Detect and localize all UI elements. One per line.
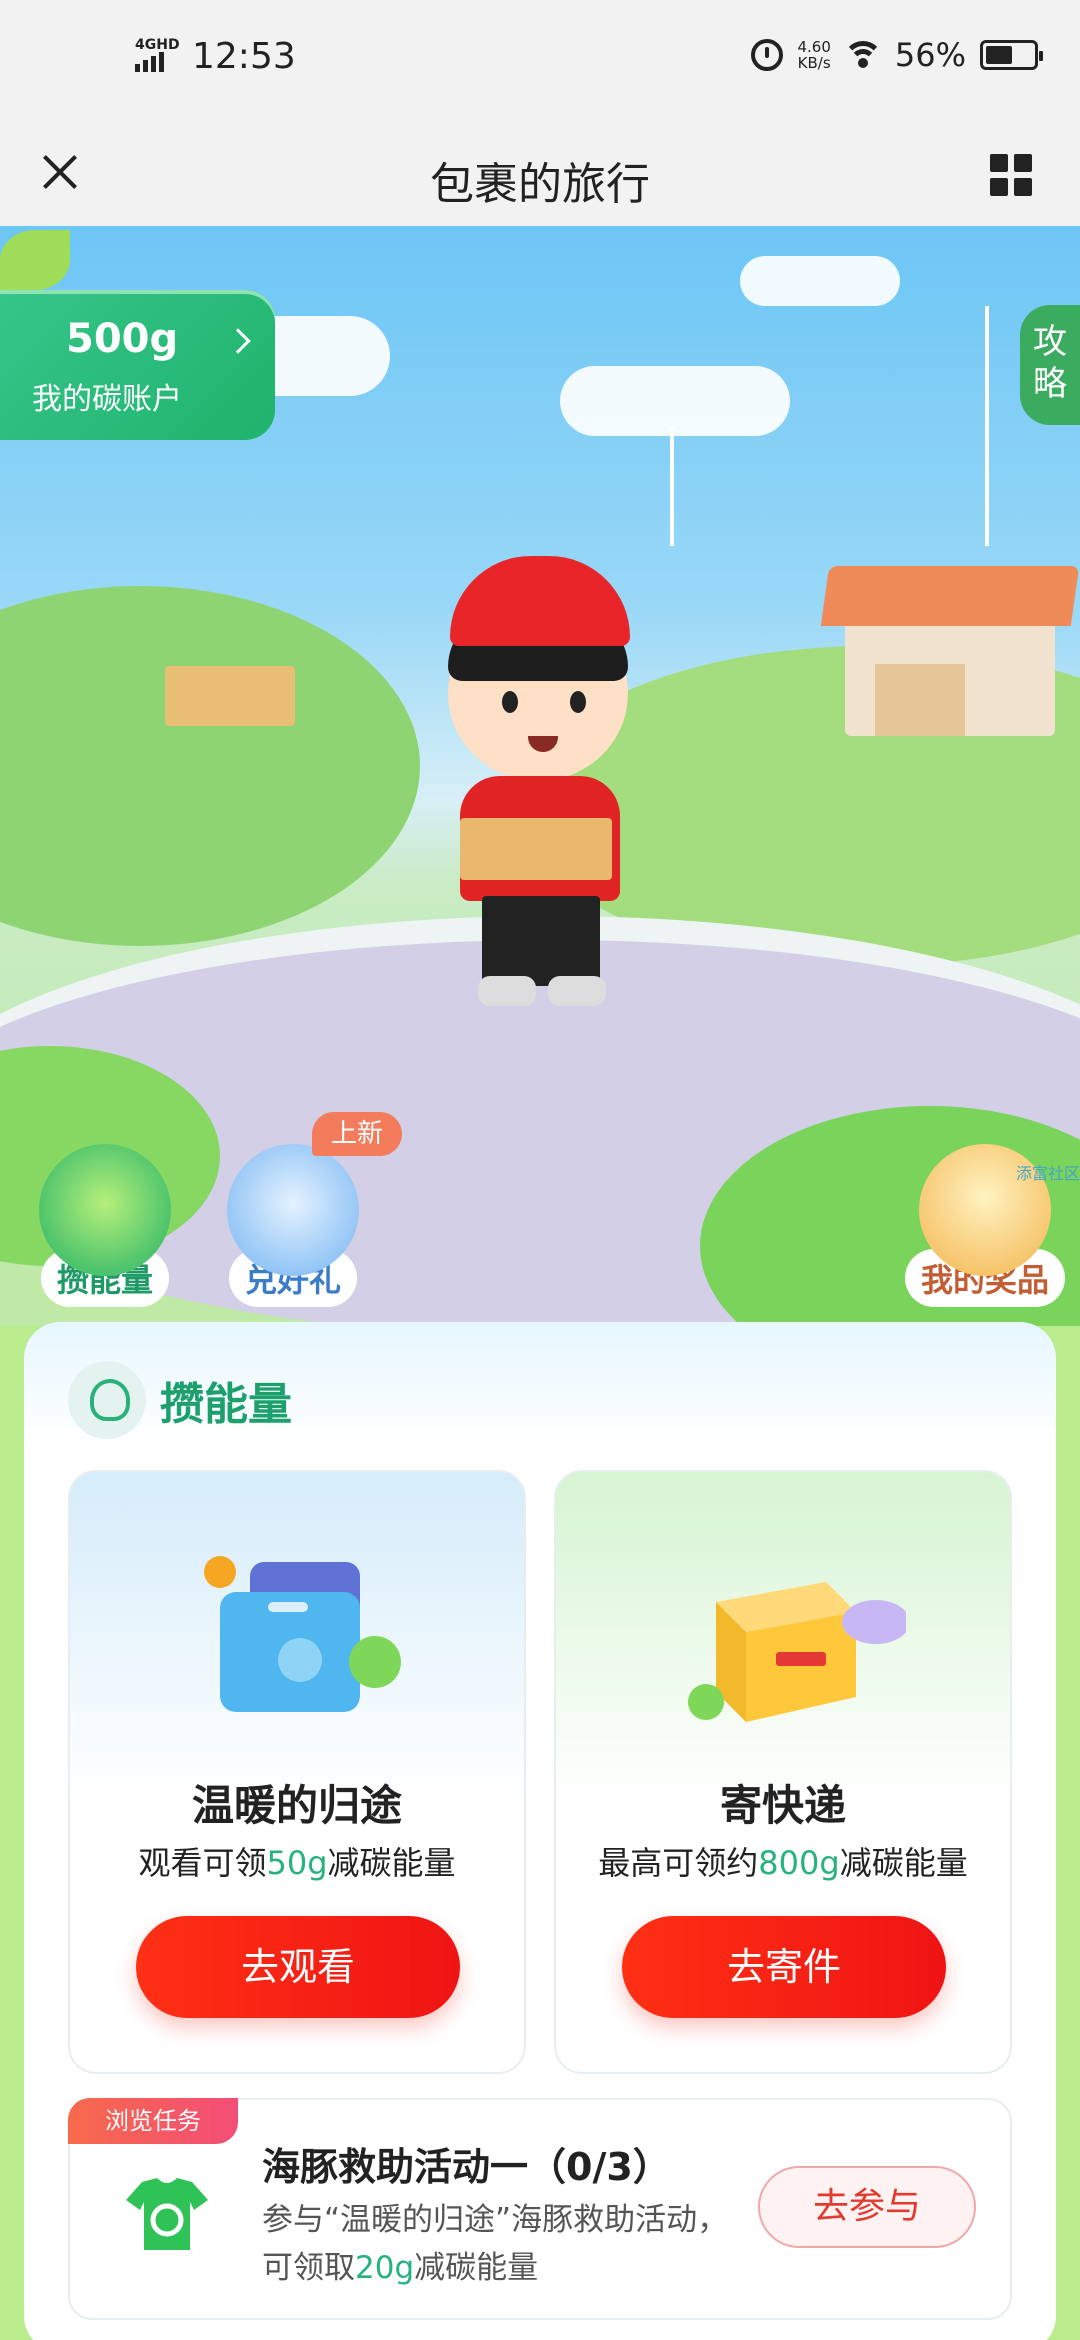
watch-button[interactable]: 去观看 — [136, 1916, 460, 2018]
card-description: 观看可领50g减碳能量 — [138, 1844, 456, 1882]
browse-task-row: 浏览任务 海豚救助活动一（0/3） 参与“温暖的归途”海豚救助活动，可领取20g… — [68, 2098, 1012, 2320]
sprout-icon — [68, 1361, 146, 1439]
clock: 12:53 — [192, 36, 296, 77]
cloud — [740, 256, 900, 306]
status-icons: 4.60 KB/s 56% — [751, 36, 1043, 74]
task-card-warm-return: 温暖的归途 观看可领50g减碳能量 去观看 — [68, 1470, 526, 2074]
leaf-decoration — [0, 230, 70, 290]
card-title: 寄快递 — [719, 1781, 846, 1830]
courier-character — [420, 556, 660, 1006]
wind-turbine — [670, 426, 674, 546]
strategy-char: 攻 — [1033, 322, 1067, 362]
wifi-icon — [844, 41, 881, 69]
panel-header: 攒能量 — [68, 1360, 292, 1440]
panel-title: 攒能量 — [160, 1379, 292, 1430]
battery-percent: 56% — [894, 36, 966, 74]
carbon-amount: 500g — [66, 316, 179, 362]
signal-indicator: 4GHD — [135, 38, 180, 72]
background-hill — [0, 586, 420, 946]
new-badge: 上新 — [312, 1112, 402, 1156]
collect-energy-button[interactable]: 攒能量 — [30, 1144, 180, 1307]
collect-energy-panel: 攒能量 温暖的归途 观看可领50g减碳能量 去观看 寄快递 最高可领约800g减… — [24, 1322, 1056, 2340]
signal-bars-icon — [135, 52, 167, 72]
leaf-icon — [39, 1144, 171, 1276]
background-boxes — [165, 666, 295, 726]
corner-caption: 添富社区 — [1015, 1164, 1080, 1183]
wind-turbine — [985, 306, 989, 546]
network-speed: 4.60 KB/s — [797, 39, 830, 71]
battery-icon — [980, 40, 1043, 70]
alarm-icon — [751, 39, 784, 71]
network-type: 4GHD — [135, 37, 180, 53]
nav-bar: 包裹的旅行 — [0, 120, 1080, 226]
task-description: 参与“温暖的归途”海豚救助活动，可领取20g减碳能量 — [262, 2202, 729, 2286]
package-box — [460, 818, 612, 880]
battery-fill — [986, 46, 1012, 64]
warehouse — [820, 566, 1080, 736]
gift-icon — [227, 1144, 359, 1276]
cloud — [560, 366, 790, 436]
folder-illustration — [204, 1556, 401, 1712]
carbon-account-label: 我的碳账户 — [32, 382, 182, 417]
browse-task-tag: 浏览任务 — [68, 2098, 238, 2144]
network-speed-unit: KB/s — [797, 54, 831, 72]
status-bar: 4GHD 12:53 4.60 KB/s 56% — [0, 0, 1080, 120]
send-package-button[interactable]: 去寄件 — [622, 1916, 946, 2018]
page-title: 包裹的旅行 — [430, 159, 650, 210]
redeem-gift-button[interactable]: 兑好礼 — [218, 1144, 368, 1307]
carbon-account-button[interactable]: 500g 我的碳账户 — [0, 290, 275, 440]
card-title: 温暖的归途 — [191, 1781, 402, 1830]
card-description: 最高可领约800g减碳能量 — [598, 1844, 968, 1882]
strategy-tab[interactable]: 攻 略 — [1020, 305, 1080, 425]
recycle-shirt-icon — [126, 2178, 208, 2250]
package-wings-illustration — [688, 1582, 906, 1722]
chevron-right-icon — [225, 328, 251, 354]
grid-menu-icon[interactable] — [976, 140, 1040, 204]
task-card-send-express: 寄快递 最高可领约800g减碳能量 去寄件 — [554, 1470, 1012, 2074]
participate-button[interactable]: 去参与 — [758, 2166, 976, 2248]
network-speed-value: 4.60 — [797, 38, 831, 56]
task-title: 海豚救助活动一（0/3） — [262, 2145, 671, 2189]
strategy-char: 略 — [1033, 364, 1067, 404]
